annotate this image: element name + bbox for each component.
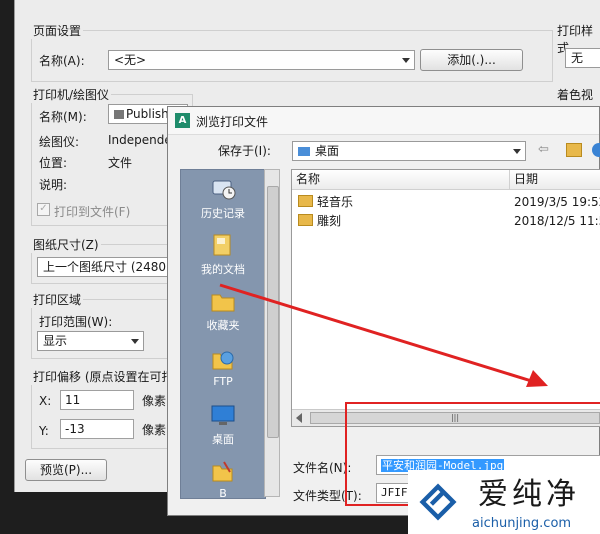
brand-logo-icon: [419, 483, 457, 521]
watermark-url: aichunjing.com: [472, 516, 572, 531]
watermark: 爱纯净 aichunjing.com: [408, 470, 600, 534]
annotation-arrow: [219, 283, 548, 387]
watermark-brand: 爱纯净: [478, 477, 580, 512]
